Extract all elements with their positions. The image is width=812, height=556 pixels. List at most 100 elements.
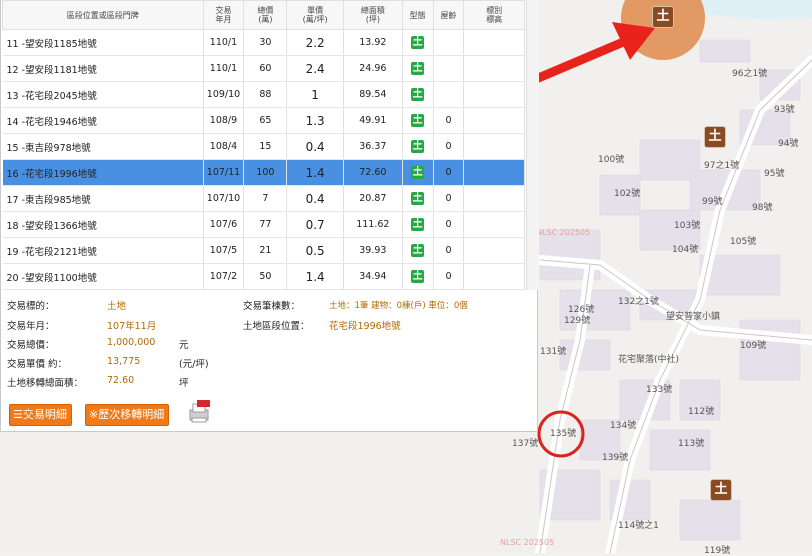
cell-unit-price: 0.4 — [286, 185, 344, 212]
cell-date: 108/4 — [203, 133, 245, 160]
cell-area: 49.91 — [343, 107, 403, 134]
cell-total: 65 — [243, 107, 288, 134]
land-type-icon: 土 — [411, 88, 425, 101]
detail-label-date: 交易年月： — [7, 321, 55, 332]
column-header-age: 屋齡 — [432, 0, 465, 30]
cell-flag — [463, 81, 525, 108]
cell-location: 14 -花宅段1946地號 — [2, 107, 204, 134]
cell-location: 13 -花宅段2045地號 — [2, 81, 204, 108]
map-address-label: 113號 — [678, 439, 705, 449]
cell-location: 19 -花宅段2121地號 — [2, 237, 204, 264]
cell-flag — [463, 237, 525, 264]
cell-type: 土 — [402, 107, 434, 134]
map-address-label: 119號 — [704, 546, 731, 556]
map-address-label: 96之1號 — [732, 69, 768, 79]
cell-age: 0 — [433, 237, 465, 264]
cell-flag — [463, 263, 525, 290]
map-address-label: 104號 — [672, 245, 699, 255]
land-type-icon: 土 — [411, 244, 425, 257]
detail-value-count: 土地：1筆 建物：0棟(戶) 車位：0個 — [329, 301, 468, 311]
cell-type: 土 — [402, 81, 434, 108]
map-address-label: 95號 — [764, 169, 785, 179]
land-type-icon: 土 — [411, 114, 425, 127]
cell-area: 34.94 — [343, 263, 403, 290]
transaction-table: 區段位置或區段門牌 交易 年月 總價 (萬) 單價 (萬/坪) 總面積 (坪) 型態 屋… — [2, 0, 525, 290]
table-row[interactable]: 14 -花宅段1946地號 108/9 65 1.3 49.91 土 0 — [2, 107, 525, 134]
cell-age: 0 — [433, 107, 465, 134]
cell-area: 24.96 — [343, 55, 403, 82]
cell-type: 土 — [402, 133, 434, 160]
detail-label-target: 交易標的： — [7, 301, 55, 312]
cell-unit-price: 1.3 — [286, 107, 344, 134]
map-address-label: 137號 — [512, 439, 539, 449]
cell-date: 107/11 — [203, 159, 245, 186]
table-row[interactable]: 11 -望安段1185地號 110/1 30 2.2 13.92 土 — [2, 29, 525, 56]
map-address-label: 94號 — [778, 139, 799, 149]
detail-value-location: 花宅段1996地號 — [329, 321, 401, 332]
land-marker-icon[interactable]: 土 — [710, 479, 732, 501]
pdf-print-icon[interactable] — [185, 398, 211, 424]
detail-value-target: 土地 — [107, 301, 127, 312]
cell-type: 土 — [402, 55, 434, 82]
detail-unit-area: 坪 — [179, 378, 189, 389]
column-header-location: 區段位置或區段門牌 — [2, 0, 204, 30]
cell-total: 15 — [243, 133, 288, 160]
table-scrollbar[interactable] — [526, 0, 539, 290]
map-address-label: 109號 — [740, 341, 767, 351]
detail-unit-unit-price: (元/坪) — [179, 359, 209, 370]
map-address-label: 102號 — [614, 189, 641, 199]
transfer-history-button[interactable]: ※歷次移轉明細 — [85, 404, 170, 426]
detail-value-unit-price: 13,775 — [107, 356, 141, 367]
table-row[interactable]: 12 -望安段1181地號 110/1 60 2.4 24.96 土 — [2, 55, 525, 82]
cell-total: 77 — [243, 211, 288, 238]
transaction-panel: 區段位置或區段門牌 交易 年月 總價 (萬) 單價 (萬/坪) 總面積 (坪) 型態 屋… — [0, 0, 539, 432]
detail-label-total: 交易總價： — [7, 340, 55, 351]
land-marker-icon[interactable]: 土 — [704, 126, 726, 148]
table-row[interactable]: 13 -花宅段2045地號 109/10 88 1 89.54 土 — [2, 81, 525, 108]
cell-flag — [463, 29, 525, 56]
cell-location: 20 -望安段1100地號 — [2, 263, 204, 290]
cell-date: 110/1 — [203, 55, 245, 82]
cell-total: 30 — [243, 29, 288, 56]
table-row[interactable]: 20 -望安段1100地號 107/2 50 1.4 34.94 土 0 — [2, 263, 525, 290]
land-marker-icon[interactable]: 土 — [652, 6, 674, 28]
map-address-label: 132之1號 — [618, 297, 659, 307]
cell-area: 111.62 — [343, 211, 403, 238]
table-row[interactable]: 16 -花宅段1996地號 107/11 100 1.4 72.60 土 0 — [2, 159, 525, 186]
column-header-unit-price: 單價 (萬/坪) — [286, 0, 344, 30]
cell-date: 107/2 — [203, 263, 245, 290]
map-address-label: 135號 — [550, 429, 577, 439]
column-header-total: 總價 (萬) — [243, 0, 288, 30]
cell-age: 0 — [433, 159, 465, 186]
table-row[interactable]: 18 -望安段1366地號 107/6 77 0.7 111.62 土 0 — [2, 211, 525, 238]
cell-flag — [463, 211, 525, 238]
cell-date: 109/10 — [203, 81, 245, 108]
cell-type: 土 — [402, 263, 434, 290]
cell-unit-price: 0.7 — [286, 211, 344, 238]
map-address-label: 139號 — [602, 453, 629, 463]
cell-location: 15 -東吉段978地號 — [2, 133, 204, 160]
map-watermark: NLSC 202505 — [536, 228, 591, 237]
cell-unit-price: 2.2 — [286, 29, 344, 56]
cell-date: 107/10 — [203, 185, 245, 212]
detail-value-total: 1,000,000 — [107, 337, 156, 348]
column-header-type: 型態 — [401, 0, 434, 30]
column-header-date: 交易 年月 — [202, 0, 245, 30]
cell-total: 60 — [243, 55, 288, 82]
detail-unit-total: 元 — [179, 340, 189, 351]
transaction-detail-button[interactable]: ☰交易明細 — [9, 404, 72, 426]
cell-date: 108/9 — [203, 107, 245, 134]
cell-flag — [463, 55, 525, 82]
cell-age: 0 — [433, 211, 465, 238]
table-row[interactable]: 19 -花宅段2121地號 107/5 21 0.5 39.93 土 0 — [2, 237, 525, 264]
cell-type: 土 — [402, 159, 434, 186]
cell-location: 11 -望安段1185地號 — [2, 29, 204, 56]
cell-date: 107/6 — [203, 211, 245, 238]
cell-date: 107/5 — [203, 237, 245, 264]
map-address-label: 98號 — [752, 203, 773, 213]
table-row[interactable]: 15 -東吉段978地號 108/4 15 0.4 36.37 土 0 — [2, 133, 525, 160]
map-address-label: 99號 — [702, 197, 723, 207]
transaction-details: 交易標的： 土地 交易筆棟數： 土地：1筆 建物：0棟(戶) 車位：0個 交易年… — [7, 294, 512, 429]
table-row[interactable]: 17 -東吉段985地號 107/10 7 0.4 20.87 土 0 — [2, 185, 525, 212]
cell-area: 36.37 — [343, 133, 403, 160]
